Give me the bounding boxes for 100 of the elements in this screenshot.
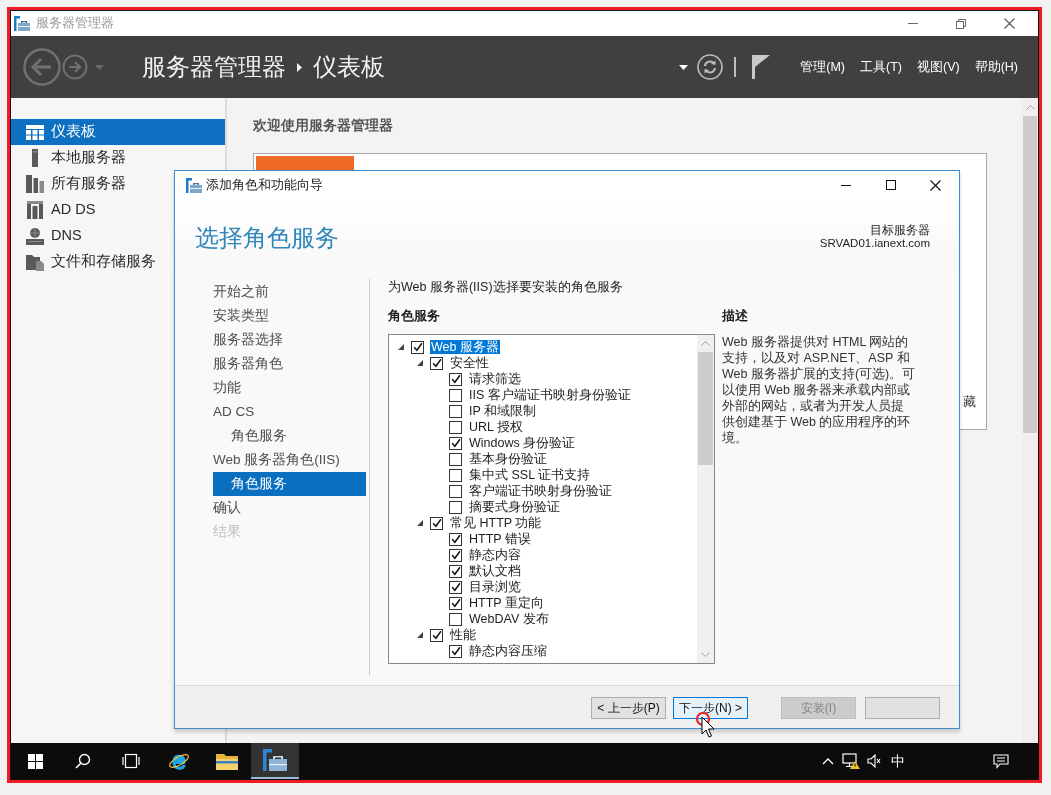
server-tower-icon: [32, 149, 38, 167]
tree-item-label[interactable]: 目录浏览: [468, 580, 522, 594]
directory-building-icon: [27, 201, 43, 219]
task-view-icon: [121, 753, 141, 769]
wizard-step[interactable]: 角色服务: [213, 424, 366, 448]
tree-item-label[interactable]: 安全性: [449, 356, 490, 370]
chevron-up-icon: [821, 757, 834, 765]
checkbox[interactable]: [430, 628, 443, 642]
checkbox[interactable]: [449, 436, 462, 450]
checkbox[interactable]: [449, 468, 462, 482]
scroll-up-icon: [701, 341, 710, 346]
scrollbar[interactable]: [1022, 98, 1038, 743]
search-icon: [75, 753, 91, 769]
checkbox[interactable]: [449, 532, 462, 546]
tree-item-label[interactable]: 摘要式身份验证: [468, 500, 561, 514]
scroll-up-icon: [1025, 105, 1035, 110]
minimize-icon: [908, 23, 918, 24]
check-icon: [450, 582, 461, 592]
checkbox[interactable]: [449, 548, 462, 562]
scrollbar[interactable]: [697, 335, 714, 663]
dropdown-caret-icon[interactable]: [679, 64, 689, 70]
window-title: 服务器管理器: [36, 15, 114, 33]
welcome-title: 欢迎使用服务器管理器: [253, 118, 394, 134]
toolbox-server-icon: [263, 749, 287, 771]
check-icon: [450, 550, 461, 560]
wizard-step[interactable]: 服务器选择: [213, 328, 366, 352]
tree-item-label[interactable]: 默认文档: [468, 564, 522, 578]
wizard-step[interactable]: 确认: [213, 496, 366, 520]
sidebar-item-label: DNS: [51, 226, 82, 246]
expanded-triangle-icon[interactable]: [417, 520, 423, 526]
refresh-icon[interactable]: [697, 54, 724, 80]
checkbox[interactable]: [449, 644, 462, 658]
flag-icon[interactable]: [752, 55, 771, 79]
sidebar-item-label: 文件和存储服务: [51, 252, 156, 272]
checkbox[interactable]: [449, 500, 462, 514]
tree-item-label[interactable]: 客户端证书映射身份验证: [468, 484, 613, 498]
sidebar-item[interactable]: 本地服务器: [11, 145, 225, 171]
menu-item[interactable]: 视图(V): [916, 57, 960, 77]
input-method-indicator[interactable]: 中: [888, 743, 908, 779]
menu-item[interactable]: 工具(T): [860, 57, 902, 77]
tree-item-label[interactable]: IP 和域限制: [468, 404, 538, 418]
wizard-icon: [186, 177, 202, 193]
check-icon: [450, 646, 461, 656]
menu-item[interactable]: 帮助(H): [974, 57, 1018, 77]
list-title: 角色服务: [388, 308, 441, 324]
taskbar-button[interactable]: [251, 743, 299, 779]
tree-item-label[interactable]: 静态内容: [468, 548, 522, 562]
network-warning-icon: [841, 753, 860, 769]
checkbox[interactable]: [449, 580, 462, 594]
check-icon: [431, 630, 442, 640]
check-icon: [450, 438, 461, 448]
wizard-step[interactable]: 开始之前: [213, 280, 366, 304]
tree-item-label[interactable]: 基本身份验证: [468, 452, 548, 466]
tree-item-label[interactable]: 集中式 SSL 证书支持: [468, 468, 592, 482]
checkbox[interactable]: [411, 340, 424, 354]
tree-item-label[interactable]: 静态内容压缩: [468, 644, 548, 658]
checkbox[interactable]: [449, 564, 462, 578]
tree-item-label[interactable]: 请求筛选: [468, 372, 522, 386]
browser-icon: [168, 751, 190, 771]
wizard-step[interactable]: Web 服务器角色(IIS): [213, 448, 366, 472]
folder-icon: [216, 752, 238, 770]
checkbox[interactable]: [449, 404, 462, 418]
tree-item-label[interactable]: 性能: [449, 628, 477, 642]
notification-bubble-icon: [993, 753, 1009, 769]
wizard-step[interactable]: 功能: [213, 376, 366, 400]
tree-item-label[interactable]: HTTP 错误: [468, 532, 532, 546]
tree-item-label[interactable]: URL 授权: [468, 420, 524, 434]
wizard-step[interactable]: 角色服务: [213, 472, 366, 496]
checkbox[interactable]: [430, 516, 443, 530]
wizard-button[interactable]: < 上一步(P): [591, 697, 666, 719]
scrollbar-thumb[interactable]: [1023, 116, 1037, 433]
tree-item-label[interactable]: Web 服务器: [430, 340, 500, 354]
expanded-triangle-icon[interactable]: [417, 632, 423, 638]
wizard-step[interactable]: 服务器角色: [213, 352, 366, 376]
check-icon: [450, 598, 461, 608]
checkbox[interactable]: [449, 612, 462, 626]
checkbox[interactable]: [449, 452, 462, 466]
expanded-triangle-icon[interactable]: [417, 360, 423, 366]
sidebar-item[interactable]: AD DS: [11, 197, 225, 223]
menu-item[interactable]: 管理(M): [800, 57, 845, 77]
expanded-triangle-icon[interactable]: [398, 344, 404, 350]
checkbox[interactable]: [449, 388, 462, 402]
tree-item-label[interactable]: IIS 客户端证书映射身份验证: [468, 388, 632, 402]
tree-item-label[interactable]: HTTP 重定向: [468, 596, 545, 610]
scrollbar-thumb[interactable]: [698, 352, 713, 465]
checkbox[interactable]: [449, 372, 462, 386]
checkbox[interactable]: [430, 356, 443, 370]
check-icon: [431, 518, 442, 528]
globe-server-icon: [26, 227, 44, 245]
restore-icon: [956, 18, 966, 29]
speaker-icon: [866, 754, 881, 768]
tree-item-label[interactable]: WebDAV 发布: [468, 612, 550, 626]
checkbox[interactable]: [449, 484, 462, 498]
sidebar-item[interactable]: 仪表板: [11, 119, 225, 145]
checkbox[interactable]: [449, 420, 462, 434]
wizard-step[interactable]: AD CS: [213, 400, 366, 424]
wizard-step[interactable]: 安装类型: [213, 304, 366, 328]
checkbox[interactable]: [449, 596, 462, 610]
tree-item-label[interactable]: Windows 身份验证: [468, 436, 577, 450]
tree-item-label[interactable]: 常见 HTTP 功能: [449, 516, 543, 530]
